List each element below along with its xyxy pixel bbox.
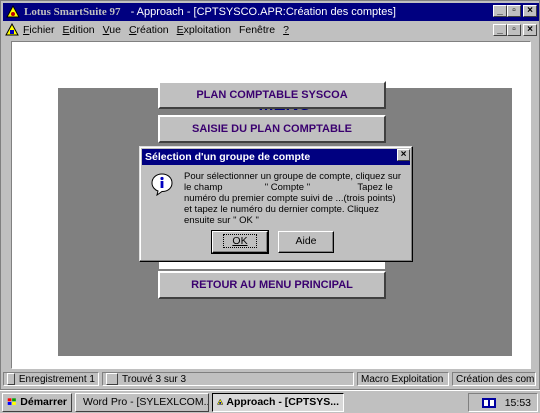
view-label: Création des comptes — [456, 373, 535, 385]
title-app-name: Lotus SmartSuite 97 — [24, 6, 121, 18]
menu-fenetre[interactable]: Fenêtre — [239, 24, 275, 36]
doc-minimize-button[interactable]: _ — [493, 24, 507, 36]
approach-label: Approach - [CPTSYS... — [226, 396, 339, 408]
clock[interactable]: 15:53 — [505, 397, 531, 409]
start-label: Démarrer — [20, 396, 67, 408]
ok-button[interactable]: OK — [211, 230, 269, 254]
record-status[interactable]: Enregistrement 1 — [3, 372, 99, 386]
document-icon[interactable] — [5, 23, 19, 37]
taskbar-word-pro[interactable]: Word Pro - [SYLEXLCOM... — [75, 392, 209, 412]
taskbar-approach[interactable]: Approach - [CPTSYS... — [212, 392, 344, 412]
macro-label: Macro Exploitation — [361, 373, 444, 385]
dialog-title[interactable]: Sélection d'un groupe de compte — [142, 149, 410, 165]
plan-comptable-syscoa-button[interactable]: PLAN COMPTABLE SYSCOA — [158, 81, 386, 109]
info-icon — [151, 173, 173, 196]
menu-bar: Fichier Edition Vue Création Exploitatio… — [3, 21, 539, 39]
macro-status[interactable]: Macro Exploitation — [357, 372, 449, 386]
doc-restore-button[interactable]: ▫ — [507, 24, 521, 36]
record-nav-icon[interactable] — [7, 373, 15, 385]
menu-edition[interactable]: Edition — [63, 24, 95, 36]
selection-dialog: Sélection d'un groupe de compte × Pour s… — [139, 146, 413, 262]
menu-vue[interactable]: Vue — [103, 24, 121, 36]
status-bar: Enregistrement 1 Trouvé 3 sur 3 Macro Ex… — [3, 371, 539, 387]
record-label: Enregistrement 1 — [18, 373, 95, 385]
application-window: Lotus SmartSuite 97 - Approach - [CPTSYS… — [0, 0, 540, 390]
tray-app-icon[interactable] — [481, 397, 497, 409]
menu-creation[interactable]: Création — [129, 24, 169, 36]
dialog-message: Pour sélectionner un groupe de compte, c… — [184, 171, 404, 226]
help-button[interactable]: Aide — [278, 231, 334, 253]
dialog-close-button[interactable]: × — [397, 149, 410, 161]
ok-button-label: OK — [223, 234, 257, 248]
minimize-button[interactable]: _ — [493, 5, 507, 17]
doc-close-button[interactable]: × — [523, 24, 537, 36]
title-document: - Approach - [CPTSYSCO.APR:Création des … — [130, 6, 396, 18]
taskbar: Démarrer Word Pro - [SYLEXLCOM... Approa… — [0, 390, 540, 413]
found-status[interactable]: Trouvé 3 sur 3 — [102, 372, 354, 386]
retour-menu-principal-button[interactable]: RETOUR AU MENU PRINCIPAL — [158, 271, 386, 299]
close-button[interactable]: × — [523, 5, 537, 17]
windows-logo-icon — [7, 398, 16, 405]
found-nav-icon[interactable] — [106, 373, 118, 385]
menu-exploitation[interactable]: Exploitation — [177, 24, 231, 36]
word-pro-label: Word Pro - [SYLEXLCOM... — [83, 396, 209, 408]
start-button[interactable]: Démarrer — [2, 392, 72, 412]
maximize-button[interactable]: ▫ — [507, 5, 521, 17]
help-button-label: Aide — [295, 235, 317, 247]
saisie-plan-comptable-button[interactable]: SAISIE DU PLAN COMPTABLE — [158, 115, 386, 143]
view-status[interactable]: Création des comptes — [452, 372, 536, 386]
found-label: Trouvé 3 sur 3 — [122, 373, 187, 385]
lotus-icon — [6, 5, 20, 18]
title-bar[interactable]: Lotus SmartSuite 97 - Approach - [CPTSYS… — [3, 3, 539, 21]
system-tray: 15:53 — [468, 393, 538, 412]
document-window-controls: _ ▫ × — [493, 24, 537, 36]
menu-fichier[interactable]: Fichier — [23, 24, 55, 36]
menu-help[interactable]: ? — [283, 24, 289, 36]
approach-icon — [217, 398, 224, 405]
